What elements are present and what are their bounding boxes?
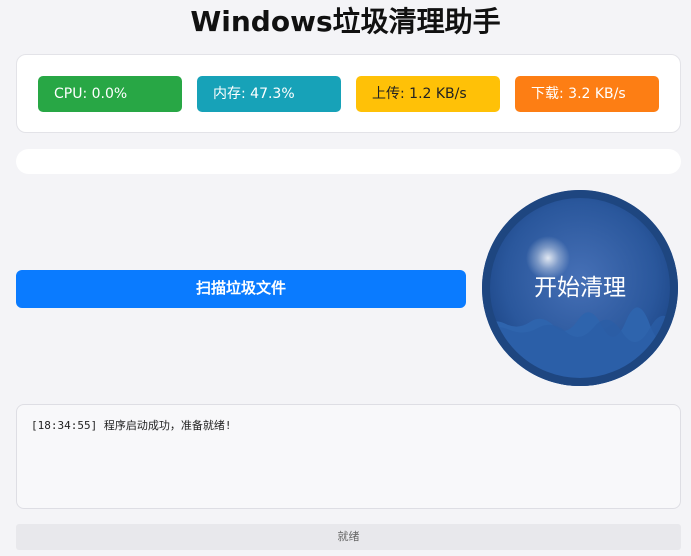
cpu-usage-badge: CPU: 0.0%	[38, 76, 182, 112]
memory-usage-badge: 内存: 47.3%	[197, 76, 341, 112]
upload-speed-badge: 上传: 1.2 KB/s	[356, 76, 500, 112]
start-clean-label: 开始清理	[534, 275, 626, 301]
log-output-panel: [18:34:55] 程序启动成功，准备就绪!	[16, 404, 681, 509]
scan-junk-button[interactable]: 扫描垃圾文件	[16, 270, 466, 308]
system-stats-panel: CPU: 0.0% 内存: 47.3% 上传: 1.2 KB/s 下载: 3.2…	[16, 54, 681, 133]
status-bar: 就绪	[16, 524, 681, 550]
start-clean-button[interactable]: 开始清理	[482, 190, 678, 386]
download-speed-badge: 下载: 3.2 KB/s	[515, 76, 659, 112]
app-title: Windows垃圾清理助手	[190, 5, 501, 38]
clean-progress-bar	[16, 149, 681, 174]
log-line: [18:34:55] 程序启动成功，准备就绪!	[31, 419, 232, 432]
